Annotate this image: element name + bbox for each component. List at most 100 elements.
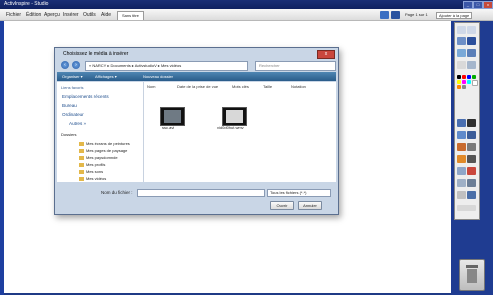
folder-icon bbox=[79, 141, 84, 146]
forward-icon[interactable]: › bbox=[72, 61, 80, 69]
palette-color-magenta[interactable] bbox=[462, 80, 466, 84]
folder-label: Mes profils bbox=[86, 162, 106, 167]
folder-item[interactable]: Mes vidéos bbox=[79, 176, 106, 181]
menu-file[interactable]: Fichier bbox=[6, 12, 21, 18]
folder-label: Mes vidéos bbox=[86, 176, 107, 181]
highlighter-icon[interactable] bbox=[457, 131, 466, 139]
insert-media-dialog: Choisissez le média à insérer x ‹ › « NA… bbox=[54, 47, 339, 215]
palette-color-white[interactable] bbox=[472, 80, 478, 86]
folder-label: Mes sons bbox=[86, 169, 104, 174]
back-icon[interactable]: ‹ bbox=[61, 61, 69, 69]
search-input[interactable]: Rechercher bbox=[255, 61, 336, 71]
palette-color-orange[interactable] bbox=[457, 85, 461, 89]
fill-icon[interactable] bbox=[457, 143, 466, 151]
flipchart-icon[interactable] bbox=[457, 37, 466, 45]
organize-button[interactable]: Organiser ▾ bbox=[62, 74, 83, 79]
palette-color-red[interactable] bbox=[462, 75, 466, 79]
page-icon[interactable] bbox=[391, 11, 400, 19]
palette-color-gray[interactable] bbox=[462, 85, 466, 89]
column-rating[interactable]: Notation bbox=[291, 84, 306, 89]
column-size[interactable]: Taille bbox=[263, 84, 272, 89]
menu-tools[interactable]: Outils bbox=[83, 12, 96, 18]
palette-color-green[interactable] bbox=[472, 75, 476, 79]
folder-icon bbox=[79, 155, 84, 160]
video-thumbnail[interactable] bbox=[160, 107, 185, 126]
close-window-button[interactable]: x bbox=[483, 1, 493, 9]
column-tags[interactable]: Mots clés bbox=[232, 84, 249, 89]
file-list: Nom Date de la prise de vue Mots clés Ta… bbox=[144, 82, 336, 182]
undo-icon[interactable] bbox=[457, 167, 466, 175]
address-bar[interactable]: « NARCY ▸ Documents ▸ ActivstudioV ▸ Mes… bbox=[85, 61, 248, 71]
tab-untitled[interactable]: Sans titre bbox=[117, 11, 144, 20]
filename-input[interactable] bbox=[137, 189, 265, 197]
dual-user-icon[interactable] bbox=[457, 61, 466, 69]
column-name[interactable]: Nom bbox=[147, 84, 155, 89]
menu-insert[interactable]: Insérer bbox=[63, 12, 79, 18]
folder-item[interactable]: Mes paysdomnde bbox=[79, 155, 118, 160]
pen-icon[interactable] bbox=[467, 119, 476, 127]
tools-icon[interactable] bbox=[467, 49, 476, 57]
main-toolbox bbox=[454, 22, 480, 220]
select-arrow-icon[interactable] bbox=[457, 119, 466, 127]
new-folder-button[interactable]: Nouveau dossier bbox=[143, 74, 173, 79]
menu-view[interactable]: Aperçu bbox=[44, 12, 60, 18]
menu-bar: Fichier Édition Aperçu Insérer Outils Ai… bbox=[0, 9, 493, 21]
marker-icon[interactable] bbox=[467, 131, 476, 139]
column-date[interactable]: Date de la prise de vue bbox=[177, 84, 218, 89]
video-thumbnail[interactable] bbox=[222, 107, 247, 126]
sidebar-item-recent[interactable]: Emplacements récents bbox=[62, 94, 109, 99]
dialog-close-button[interactable]: x bbox=[317, 50, 335, 59]
text-icon[interactable] bbox=[467, 155, 476, 163]
toolbox-menu-icon[interactable] bbox=[467, 26, 476, 34]
line-icon[interactable] bbox=[467, 179, 476, 187]
shape-icon[interactable] bbox=[457, 155, 466, 163]
eraser-icon[interactable] bbox=[467, 143, 476, 151]
connector-icon[interactable] bbox=[457, 179, 466, 187]
minimize-button[interactable]: _ bbox=[463, 1, 473, 9]
sidebar-more[interactable]: Autres » bbox=[69, 121, 86, 126]
dialog-footer: Nom du fichier : Tous les fichiers (*.*)… bbox=[57, 183, 336, 213]
palette-color-black[interactable] bbox=[457, 75, 461, 79]
trash-bin bbox=[467, 269, 477, 283]
reset-icon[interactable] bbox=[457, 191, 466, 199]
folder-label: Mes pages de paysage bbox=[86, 148, 128, 153]
window-titlebar: ActivInspire - Studio _ □ x bbox=[0, 0, 493, 9]
spotlight-icon[interactable] bbox=[467, 191, 476, 199]
file-name[interactable]: ssc.avi bbox=[162, 125, 174, 130]
folder-icon bbox=[79, 176, 84, 181]
file-type-select[interactable]: Tous les fichiers (*.*) bbox=[267, 189, 331, 197]
maximize-button[interactable]: □ bbox=[473, 1, 483, 9]
sidebar-item-desktop[interactable]: Bureau bbox=[62, 103, 77, 108]
folders-header[interactable]: Dossiers bbox=[61, 132, 77, 137]
folder-label: Mes paysdomnde bbox=[86, 155, 118, 160]
clear-icon[interactable] bbox=[467, 61, 476, 69]
toolbox-header-icon[interactable] bbox=[457, 26, 466, 34]
folder-icon bbox=[79, 148, 84, 153]
browser-icon[interactable] bbox=[467, 37, 476, 45]
favorites-header: Liens favoris bbox=[61, 85, 84, 90]
toolbox-collapse-icon[interactable] bbox=[457, 205, 476, 211]
file-name[interactable]: vid0d0hut.wmv bbox=[217, 125, 244, 130]
views-button[interactable]: Affichages ▾ bbox=[95, 74, 117, 79]
palette-color-blue[interactable] bbox=[467, 75, 471, 79]
open-button[interactable]: Ouvrir bbox=[270, 201, 294, 210]
palette-color-yellow[interactable] bbox=[457, 80, 461, 84]
cancel-button[interactable]: Annuler bbox=[298, 201, 322, 210]
folder-item[interactable]: Mes écrans de peintures bbox=[79, 141, 130, 146]
trash-icon[interactable] bbox=[459, 259, 485, 291]
menu-edit[interactable]: Édition bbox=[26, 12, 41, 18]
desktop-icon[interactable] bbox=[457, 49, 466, 57]
grid-icon[interactable] bbox=[380, 11, 389, 19]
video-frame bbox=[226, 110, 243, 123]
page-counter: Page 1 sur 1 bbox=[405, 12, 428, 17]
trash-lid bbox=[466, 265, 478, 268]
folder-item[interactable]: Mes sons bbox=[79, 169, 103, 174]
add-page-select[interactable]: Ajouter à la page bbox=[436, 12, 473, 19]
menu-help[interactable]: Aide bbox=[101, 12, 111, 18]
folder-item[interactable]: Mes pages de paysage bbox=[79, 148, 127, 153]
palette-color-cyan[interactable] bbox=[467, 80, 471, 84]
dialog-title: Choisissez le média à insérer bbox=[63, 51, 129, 57]
folder-item[interactable]: Mes profils bbox=[79, 162, 105, 167]
sidebar-item-computer[interactable]: Ordinateur bbox=[62, 112, 84, 117]
redo-icon[interactable] bbox=[467, 167, 476, 175]
